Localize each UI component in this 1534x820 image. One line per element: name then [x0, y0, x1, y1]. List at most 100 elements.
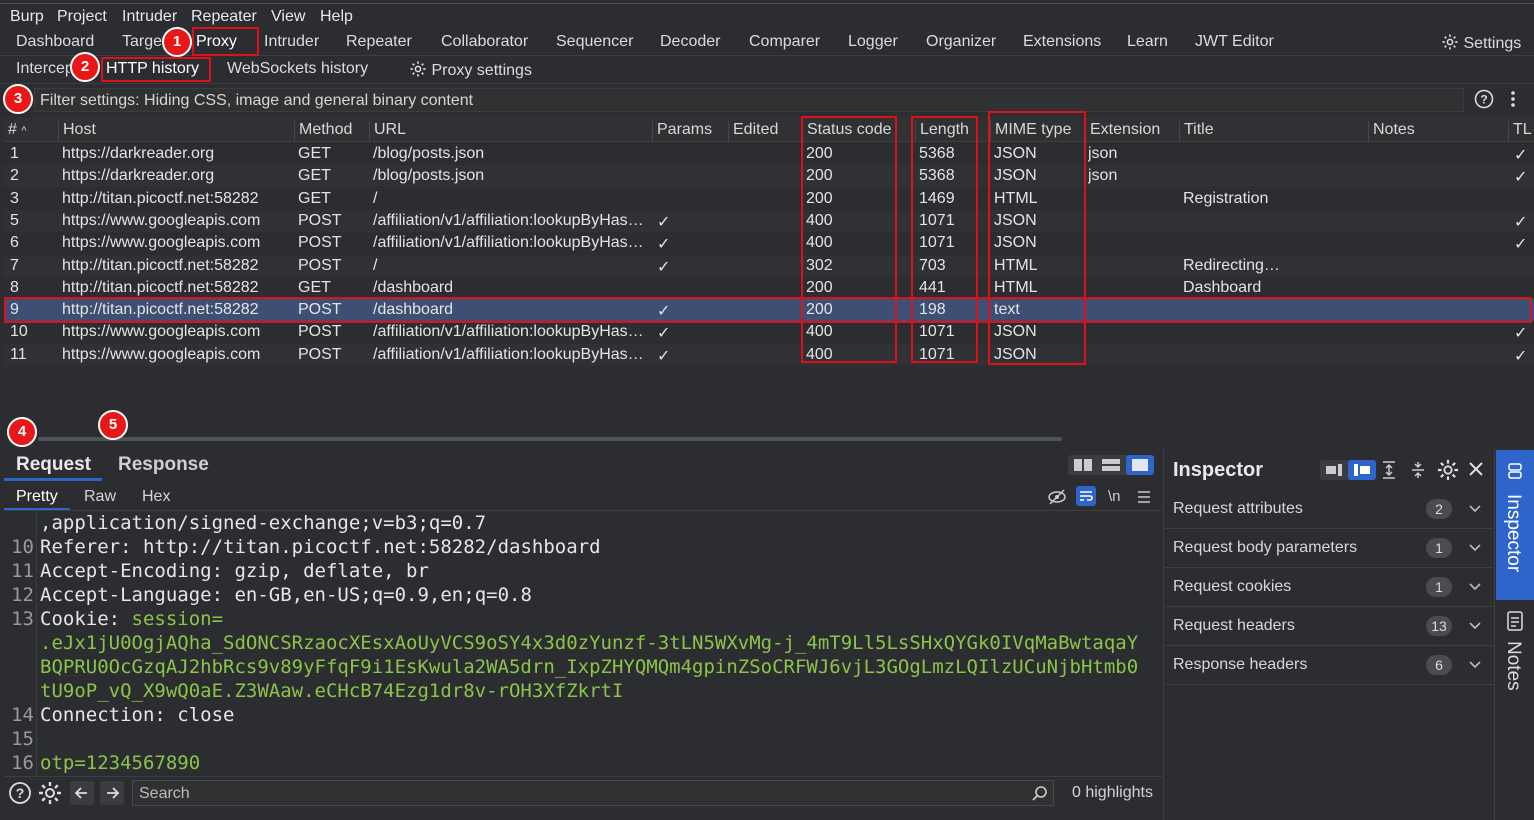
col-notes[interactable]: Notes: [1368, 121, 1415, 142]
col-number[interactable]: # ^: [4, 121, 27, 142]
horizontal-scrollbar[interactable]: [38, 437, 1062, 441]
tab-dashboard[interactable]: Dashboard: [16, 33, 94, 51]
inspector-section[interactable]: Request cookies 1: [1164, 568, 1495, 607]
tab-request[interactable]: Request: [16, 454, 91, 476]
tab-http-history[interactable]: HTTP history: [106, 60, 199, 78]
tab-collaborator[interactable]: Collaborator: [441, 33, 528, 51]
chevron-down-icon[interactable]: [1468, 576, 1482, 596]
gear-icon[interactable]: [1437, 459, 1459, 481]
tab-proxy[interactable]: Proxy: [196, 33, 237, 51]
tab-target[interactable]: Target: [122, 33, 167, 51]
menu-project[interactable]: Project: [57, 8, 107, 26]
help-icon[interactable]: ?: [8, 781, 32, 805]
row-mime: HTML: [994, 278, 1038, 296]
tab-learn[interactable]: Learn: [1127, 33, 1168, 51]
kebab-menu-icon[interactable]: [1505, 89, 1521, 114]
chevron-down-icon[interactable]: [1468, 654, 1482, 674]
expand-all-icon[interactable]: [1381, 461, 1397, 479]
col-title[interactable]: Title: [1179, 121, 1214, 142]
table-row[interactable]: 9 http://titan.picoctf.net:58282 POST/dash…: [4, 299, 1534, 322]
col-host[interactable]: Host: [58, 121, 96, 142]
collapse-all-icon[interactable]: [1410, 461, 1426, 479]
inspector-section[interactable]: Request body parameters 1: [1164, 529, 1495, 568]
side-tab-notes[interactable]: Notes: [1496, 605, 1534, 705]
main-tabs: Dashboard Target Proxy Intruder Repeater…: [0, 29, 1534, 56]
table-row[interactable]: 8 http://titan.picoctf.net:58282 GET/dashb…: [4, 277, 1534, 299]
table-row[interactable]: 11 https://www.googleapis.com POST/affilia…: [4, 343, 1534, 366]
tab-organizer[interactable]: Organizer: [926, 33, 996, 51]
previous-match-button[interactable]: [70, 781, 94, 805]
menu-help[interactable]: Help: [320, 8, 353, 26]
menu-repeater[interactable]: Repeater: [191, 8, 257, 26]
request-editor[interactable]: ,application/signed-exchange;v=b3;q=0.7 1…: [4, 510, 1162, 775]
chevron-down-icon[interactable]: [1468, 615, 1482, 635]
search-input[interactable]: Search: [132, 780, 1054, 806]
word-wrap-icon[interactable]: [1076, 486, 1096, 506]
split-horizontal-icon[interactable]: [1074, 459, 1092, 471]
tab-logger[interactable]: Logger: [848, 33, 898, 51]
tab-response[interactable]: Response: [118, 454, 209, 476]
row-url: /affiliation/v1/affiliation:lookupByHas…: [373, 345, 644, 363]
tab-hex[interactable]: Hex: [142, 488, 170, 506]
chevron-down-icon[interactable]: [1468, 498, 1482, 518]
col-length[interactable]: Length: [915, 121, 969, 142]
inspector-layout-toggle[interactable]: [1320, 460, 1376, 480]
hide-non-printable-icon[interactable]: [1047, 489, 1067, 505]
tab-pretty[interactable]: Pretty: [16, 488, 58, 506]
tab-repeater[interactable]: Repeater: [346, 33, 412, 51]
filter-settings[interactable]: Filter settings: Hiding CSS, image and g…: [34, 88, 1464, 112]
help-icon[interactable]: ?: [1474, 89, 1494, 114]
row-mime: HTML: [994, 256, 1038, 274]
table-row[interactable]: 6 https://www.googleapis.com POST/affiliat…: [4, 232, 1534, 254]
close-icon[interactable]: [1468, 461, 1484, 477]
table-row[interactable]: 3 http://titan.picoctf.net:58282 GET / 200 14…: [4, 188, 1534, 210]
proxy-settings-label: Proxy settings: [431, 62, 532, 79]
split-vertical-icon[interactable]: [1102, 459, 1120, 471]
table-row[interactable]: 5 https://www.googleapis.com POST/affiliat…: [4, 209, 1534, 232]
menu-burp[interactable]: Burp: [10, 8, 44, 26]
row-mime: text: [994, 301, 1020, 319]
table-row[interactable]: 2 https://darkreader.org GET/blog/posts.js…: [4, 165, 1534, 188]
layout-left-icon[interactable]: [1326, 464, 1342, 476]
col-url[interactable]: URL: [369, 121, 406, 142]
table-row[interactable]: 1 https://darkreader.org GET/blog/posts.js…: [4, 143, 1534, 165]
col-method[interactable]: Method: [294, 121, 352, 142]
side-tab-inspector[interactable]: Inspector: [1496, 450, 1534, 600]
menu-view[interactable]: View: [271, 8, 305, 26]
tab-raw[interactable]: Raw: [84, 488, 116, 506]
gear-icon[interactable]: [38, 781, 62, 805]
tab-decoder[interactable]: Decoder: [660, 33, 720, 51]
col-edited[interactable]: Edited: [728, 121, 778, 142]
col-mime-type[interactable]: MIME type: [990, 121, 1071, 142]
next-match-button[interactable]: [100, 781, 124, 805]
row-method: POST: [298, 211, 342, 229]
inspector-section[interactable]: Response headers 6: [1164, 646, 1495, 685]
table-row[interactable]: 7 http://titan.picoctf.net:58282 POST / ✓ 302…: [4, 254, 1534, 277]
row-method: GET: [298, 145, 331, 162]
col-status-code[interactable]: Status code: [802, 121, 892, 142]
hamburger-menu-icon[interactable]: [1137, 490, 1151, 504]
menu-intruder[interactable]: Intruder: [122, 8, 177, 26]
table-header: # ^ Host Method URL Params Edited Status…: [4, 117, 1534, 142]
inspector-section[interactable]: Request headers 13: [1164, 607, 1495, 646]
tab-extensions[interactable]: Extensions: [1023, 33, 1101, 51]
col-extension[interactable]: Extension: [1085, 121, 1160, 142]
col-params[interactable]: Params: [652, 121, 712, 142]
tab-comparer[interactable]: Comparer: [749, 33, 820, 51]
tab-websockets-history[interactable]: WebSockets history: [227, 60, 368, 78]
tab-intercept[interactable]: Intercept: [16, 60, 70, 78]
newline-toggle-icon[interactable]: \n: [1108, 488, 1121, 505]
chevron-down-icon[interactable]: [1468, 537, 1482, 557]
tab-sequencer[interactable]: Sequencer: [556, 33, 633, 51]
layout-right-icon[interactable]: [1354, 464, 1370, 476]
tab-jwt-editor[interactable]: JWT Editor: [1195, 33, 1274, 51]
layout-toggle[interactable]: [1068, 455, 1154, 475]
single-pane-icon[interactable]: [1132, 459, 1148, 471]
col-tls[interactable]: TL: [1508, 121, 1532, 142]
settings-button[interactable]: Settings: [1441, 33, 1521, 53]
table-row[interactable]: 10 https://www.googleapis.com POST/affilia…: [4, 321, 1534, 343]
tab-intruder[interactable]: Intruder: [264, 33, 319, 51]
proxy-settings-button[interactable]: Proxy settings: [409, 60, 532, 80]
inspector-section[interactable]: Request attributes 2: [1164, 490, 1495, 529]
row-mime: JSON: [994, 145, 1037, 162]
